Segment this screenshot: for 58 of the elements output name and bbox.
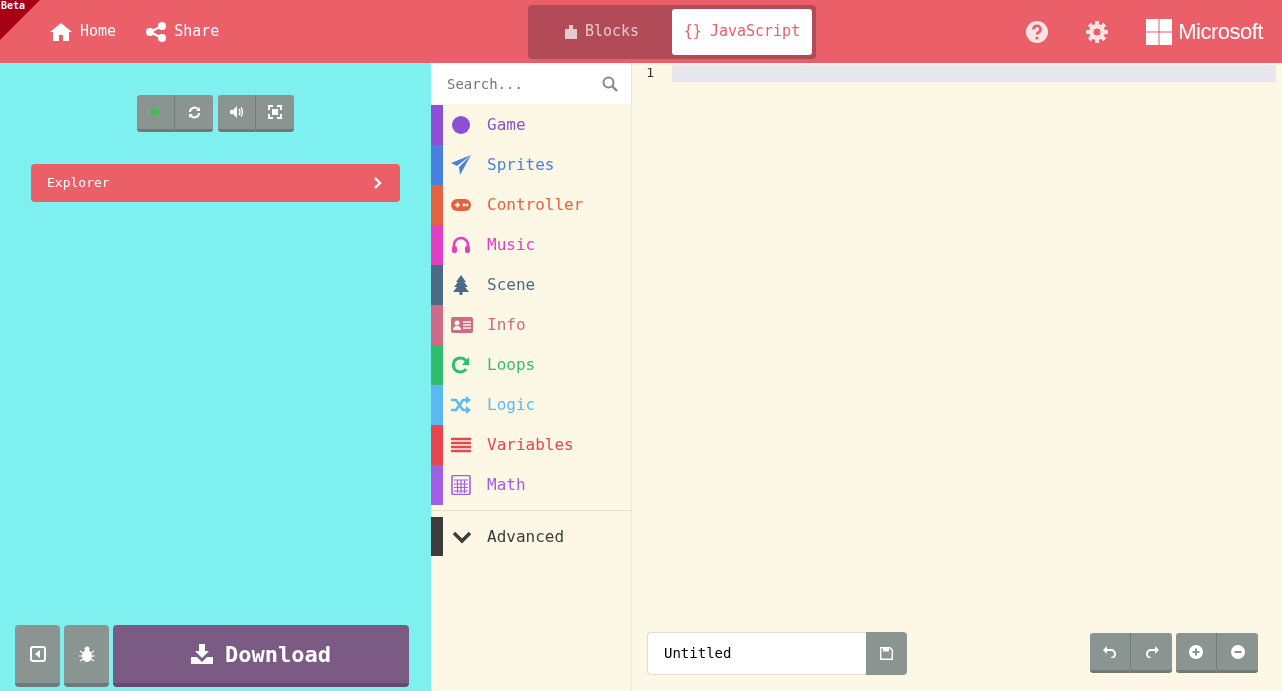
editor-tab[interactable]: Blocks <box>532 8 672 55</box>
redo-icon <box>1144 645 1159 658</box>
category-item[interactable]: Math <box>431 465 631 505</box>
play-icon <box>150 106 161 118</box>
category-item[interactable]: Advanced <box>431 510 631 556</box>
download-icon <box>191 644 213 664</box>
category-item[interactable]: Loops <box>431 345 631 385</box>
nav-link[interactable]: Share <box>146 20 220 43</box>
editor-tab[interactable]: {} JavaScript <box>672 8 812 55</box>
restart-button[interactable] <box>175 95 213 132</box>
explorer-bar[interactable]: Explorer <box>31 164 400 202</box>
paper-plane-icon <box>451 155 473 175</box>
circle-icon <box>451 115 473 135</box>
category-item[interactable]: Scene <box>431 265 631 305</box>
undo-button[interactable] <box>1090 633 1131 673</box>
fullscreen-icon <box>268 105 282 119</box>
puzzle-icon <box>564 24 577 39</box>
windows-logo-icon <box>1146 18 1173 45</box>
search-field[interactable]: Search... <box>431 63 631 104</box>
braces-icon: {} <box>683 20 702 43</box>
fullscreen-button[interactable] <box>256 95 294 132</box>
redo-button[interactable] <box>1131 633 1172 673</box>
list-icon <box>451 435 473 455</box>
beta-label: Beta <box>1 0 26 12</box>
category-item[interactable]: Variables <box>431 425 631 465</box>
line-number: 1 <box>645 64 655 83</box>
collapse-button[interactable] <box>15 625 60 687</box>
brand-name: Microsoft <box>1178 18 1263 46</box>
headphones-icon <box>451 235 473 255</box>
bug-icon <box>78 645 95 663</box>
undo-icon <box>1103 645 1117 658</box>
collapse-icon <box>29 646 46 662</box>
id-card-icon <box>451 315 473 335</box>
project-name-field[interactable]: Untitled <box>647 631 866 675</box>
category-item[interactable]: Logic <box>431 385 631 425</box>
chevron-right-icon <box>374 177 382 189</box>
speaker-icon <box>229 106 244 118</box>
debug-button[interactable] <box>64 625 109 687</box>
share-icon <box>146 21 167 42</box>
category-item[interactable]: Info <box>431 305 631 345</box>
shuffle-icon <box>451 395 473 415</box>
calculator-icon <box>451 475 473 495</box>
plus-circle-icon <box>1189 644 1203 659</box>
category-item[interactable]: Music <box>431 225 631 265</box>
download-button[interactable]: Download <box>113 625 409 687</box>
refresh-icon <box>187 105 201 119</box>
home-icon <box>50 22 72 41</box>
category-item[interactable]: Game <box>431 105 631 145</box>
nav-link[interactable]: Home <box>50 20 117 43</box>
minus-circle-icon <box>1230 644 1245 659</box>
search-icon <box>602 76 618 92</box>
zoom-out-button[interactable] <box>1217 633 1258 673</box>
category-item[interactable]: Controller <box>431 185 631 225</box>
category-item[interactable]: Sprites <box>431 145 631 185</box>
mute-button[interactable] <box>218 95 256 132</box>
save-button[interactable] <box>866 631 907 675</box>
help-icon <box>1026 20 1049 43</box>
zoom-in-button[interactable] <box>1176 633 1217 673</box>
